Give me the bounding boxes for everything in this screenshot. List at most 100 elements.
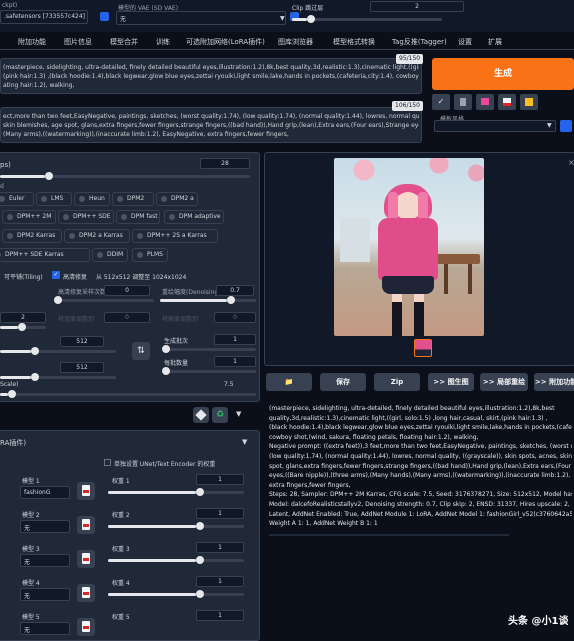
generate-button[interactable]: 生成 <box>432 58 574 90</box>
height-value[interactable]: 512 <box>60 362 104 373</box>
hires-steps-value[interactable]: 0 <box>104 285 150 296</box>
chevron-down-icon[interactable]: ▼ <box>236 410 241 418</box>
lora-weight-slider[interactable] <box>108 488 244 496</box>
refresh-icon[interactable] <box>560 120 572 132</box>
lora-weight-value[interactable]: 1 <box>196 576 244 587</box>
sampler-plms[interactable]: PLMS <box>132 248 168 262</box>
clip-skip-slider[interactable] <box>292 15 442 23</box>
lora-weight-slider[interactable] <box>108 522 244 530</box>
upscale-value[interactable]: 2 <box>0 312 46 323</box>
steps-value[interactable]: 28 <box>200 158 250 169</box>
lora-model-select[interactable]: 无 <box>20 554 70 567</box>
swap-dimensions-icon[interactable]: ⇅ <box>132 342 150 360</box>
hires-label: 高清修复 <box>63 274 88 281</box>
vae-select[interactable]: 无 <box>116 11 286 25</box>
tab-extras[interactable]: 附加功能 <box>18 37 46 47</box>
lora-weight-slider[interactable] <box>108 556 244 564</box>
denoise-slider[interactable] <box>160 296 256 304</box>
lora-weight-value[interactable]: 1 <box>196 474 244 485</box>
file-icon[interactable] <box>77 516 95 534</box>
sampler-ddim[interactable]: DDIM <box>92 248 128 262</box>
lora-model-select[interactable]: fashionG <box>20 486 70 499</box>
generated-image[interactable] <box>334 158 484 336</box>
folder-icon[interactable]: 📁 <box>266 373 312 391</box>
tab-tagger[interactable]: Tag反推(Tagger) <box>392 37 447 47</box>
sampler-dpm-adaptive[interactable]: DPM adaptive <box>164 210 224 224</box>
tiling-label[interactable]: 可平铺(Tiling) <box>4 272 43 281</box>
close-icon[interactable]: × <box>568 158 574 167</box>
upscale-slider[interactable] <box>0 323 46 331</box>
tab-train[interactable]: 训练 <box>156 37 170 47</box>
sampler-dpm2[interactable]: DPM2 <box>112 192 154 206</box>
send-to-img2img-button[interactable]: >> 图生图 <box>428 373 474 391</box>
sampler-lms[interactable]: LMS <box>36 192 72 206</box>
zip-button[interactable]: Zip <box>374 373 420 391</box>
clip-skip-value[interactable]: 2 <box>370 1 464 12</box>
hires-steps-slider[interactable] <box>54 296 154 304</box>
send-to-extras-button[interactable]: >> 附加功能 <box>534 373 574 391</box>
thumbnail[interactable] <box>414 339 432 357</box>
sampler-euler[interactable]: Euler <box>0 192 34 206</box>
sampler-dpm-fast[interactable]: DPM fast <box>116 210 160 224</box>
lora-weight-slider[interactable] <box>108 590 244 598</box>
sampler-dpm2-karras[interactable]: DPM2 Karras <box>2 229 62 243</box>
width-value[interactable]: 512 <box>60 336 104 347</box>
tab-settings[interactable]: 设置 <box>458 37 472 47</box>
tab-extensions[interactable]: 扩展 <box>488 37 502 47</box>
checkpoint-select[interactable]: .safetensors [733557c424] <box>0 10 88 24</box>
cfg-value[interactable]: 7.5 <box>224 381 234 388</box>
chevron-down-icon: ▼ <box>547 122 552 129</box>
trash-icon[interactable] <box>454 94 472 110</box>
resize-width-value[interactable]: 0 <box>104 312 150 323</box>
send-to-inpaint-button[interactable]: >> 局部重绘 <box>480 373 528 391</box>
file-icon[interactable] <box>77 618 95 636</box>
style-select[interactable] <box>434 120 556 132</box>
denoise-value[interactable]: 0.7 <box>216 285 254 296</box>
save-button[interactable]: 保存 <box>320 373 366 391</box>
steps-slider[interactable] <box>0 172 250 180</box>
file-icon[interactable] <box>77 482 95 500</box>
check-icon[interactable]: ✓ <box>432 94 450 110</box>
apply-style-icon[interactable] <box>520 94 538 110</box>
sampler-heun[interactable]: Heun <box>74 192 110 206</box>
lora-model-select[interactable]: 无 <box>20 588 70 601</box>
hires-checkbox[interactable]: ✓ <box>52 271 60 279</box>
lora-weight-value[interactable]: 1 <box>196 542 244 553</box>
save-style-icon[interactable] <box>498 94 516 110</box>
lora-model-select[interactable]: 无 <box>20 622 70 635</box>
tab-image-browser[interactable]: 图库浏览器 <box>278 37 313 47</box>
tab-checkpoint-merger[interactable]: 模型合并 <box>110 37 138 47</box>
chevron-down-icon[interactable]: ▼ <box>242 438 247 446</box>
card-icon[interactable] <box>476 94 494 110</box>
tab-additional-networks[interactable]: 可选附加网络(LoRA插件) <box>186 37 265 47</box>
tab-png-info[interactable]: 图片信息 <box>64 37 92 47</box>
file-icon[interactable] <box>77 550 95 568</box>
tab-model-converter[interactable]: 模型格式转换 <box>333 37 375 47</box>
recycle-icon[interactable]: ♻ <box>212 407 228 423</box>
height-slider[interactable] <box>0 373 116 381</box>
dice-icon[interactable] <box>193 407 209 423</box>
lora-weight-value[interactable]: 1 <box>196 508 244 519</box>
steps-label: ps) <box>0 161 11 169</box>
sampler-dpmpp-2s-a-karras[interactable]: DPM++ 2S a Karras <box>132 229 218 243</box>
refresh-icon[interactable] <box>100 12 109 21</box>
sampler-dpm2-a[interactable]: DPM2 a <box>156 192 198 206</box>
batch-size-slider[interactable] <box>162 367 256 375</box>
negative-prompt-textarea[interactable]: ect,more than two feet,EasyNegative, pai… <box>0 107 422 143</box>
cfg-slider[interactable] <box>0 390 256 398</box>
sampler-dpm2-a-karras[interactable]: DPM2 a Karras <box>64 229 130 243</box>
prompt-textarea[interactable]: (masterpiece, sidelighting, ultra-detail… <box>0 58 422 94</box>
lora-model-select[interactable]: 无 <box>20 520 70 533</box>
separate-weights-checkbox[interactable] <box>104 459 111 466</box>
sampler-dpmpp-2m[interactable]: DPM++ 2M <box>2 210 56 224</box>
batch-size-value[interactable]: 1 <box>214 356 256 367</box>
seed-input[interactable] <box>0 406 186 420</box>
resize-height-value[interactable]: 0 <box>214 312 256 323</box>
batch-count-slider[interactable] <box>162 345 256 353</box>
lora-weight-value[interactable]: 1 <box>196 610 244 621</box>
file-icon[interactable] <box>77 584 95 602</box>
sampler-dpmpp-sde-karras[interactable]: DPM++ SDE Karras <box>0 248 90 262</box>
width-slider[interactable] <box>0 347 116 355</box>
batch-count-value[interactable]: 1 <box>214 334 256 345</box>
sampler-dpmpp-sde[interactable]: DPM++ SDE <box>58 210 114 224</box>
